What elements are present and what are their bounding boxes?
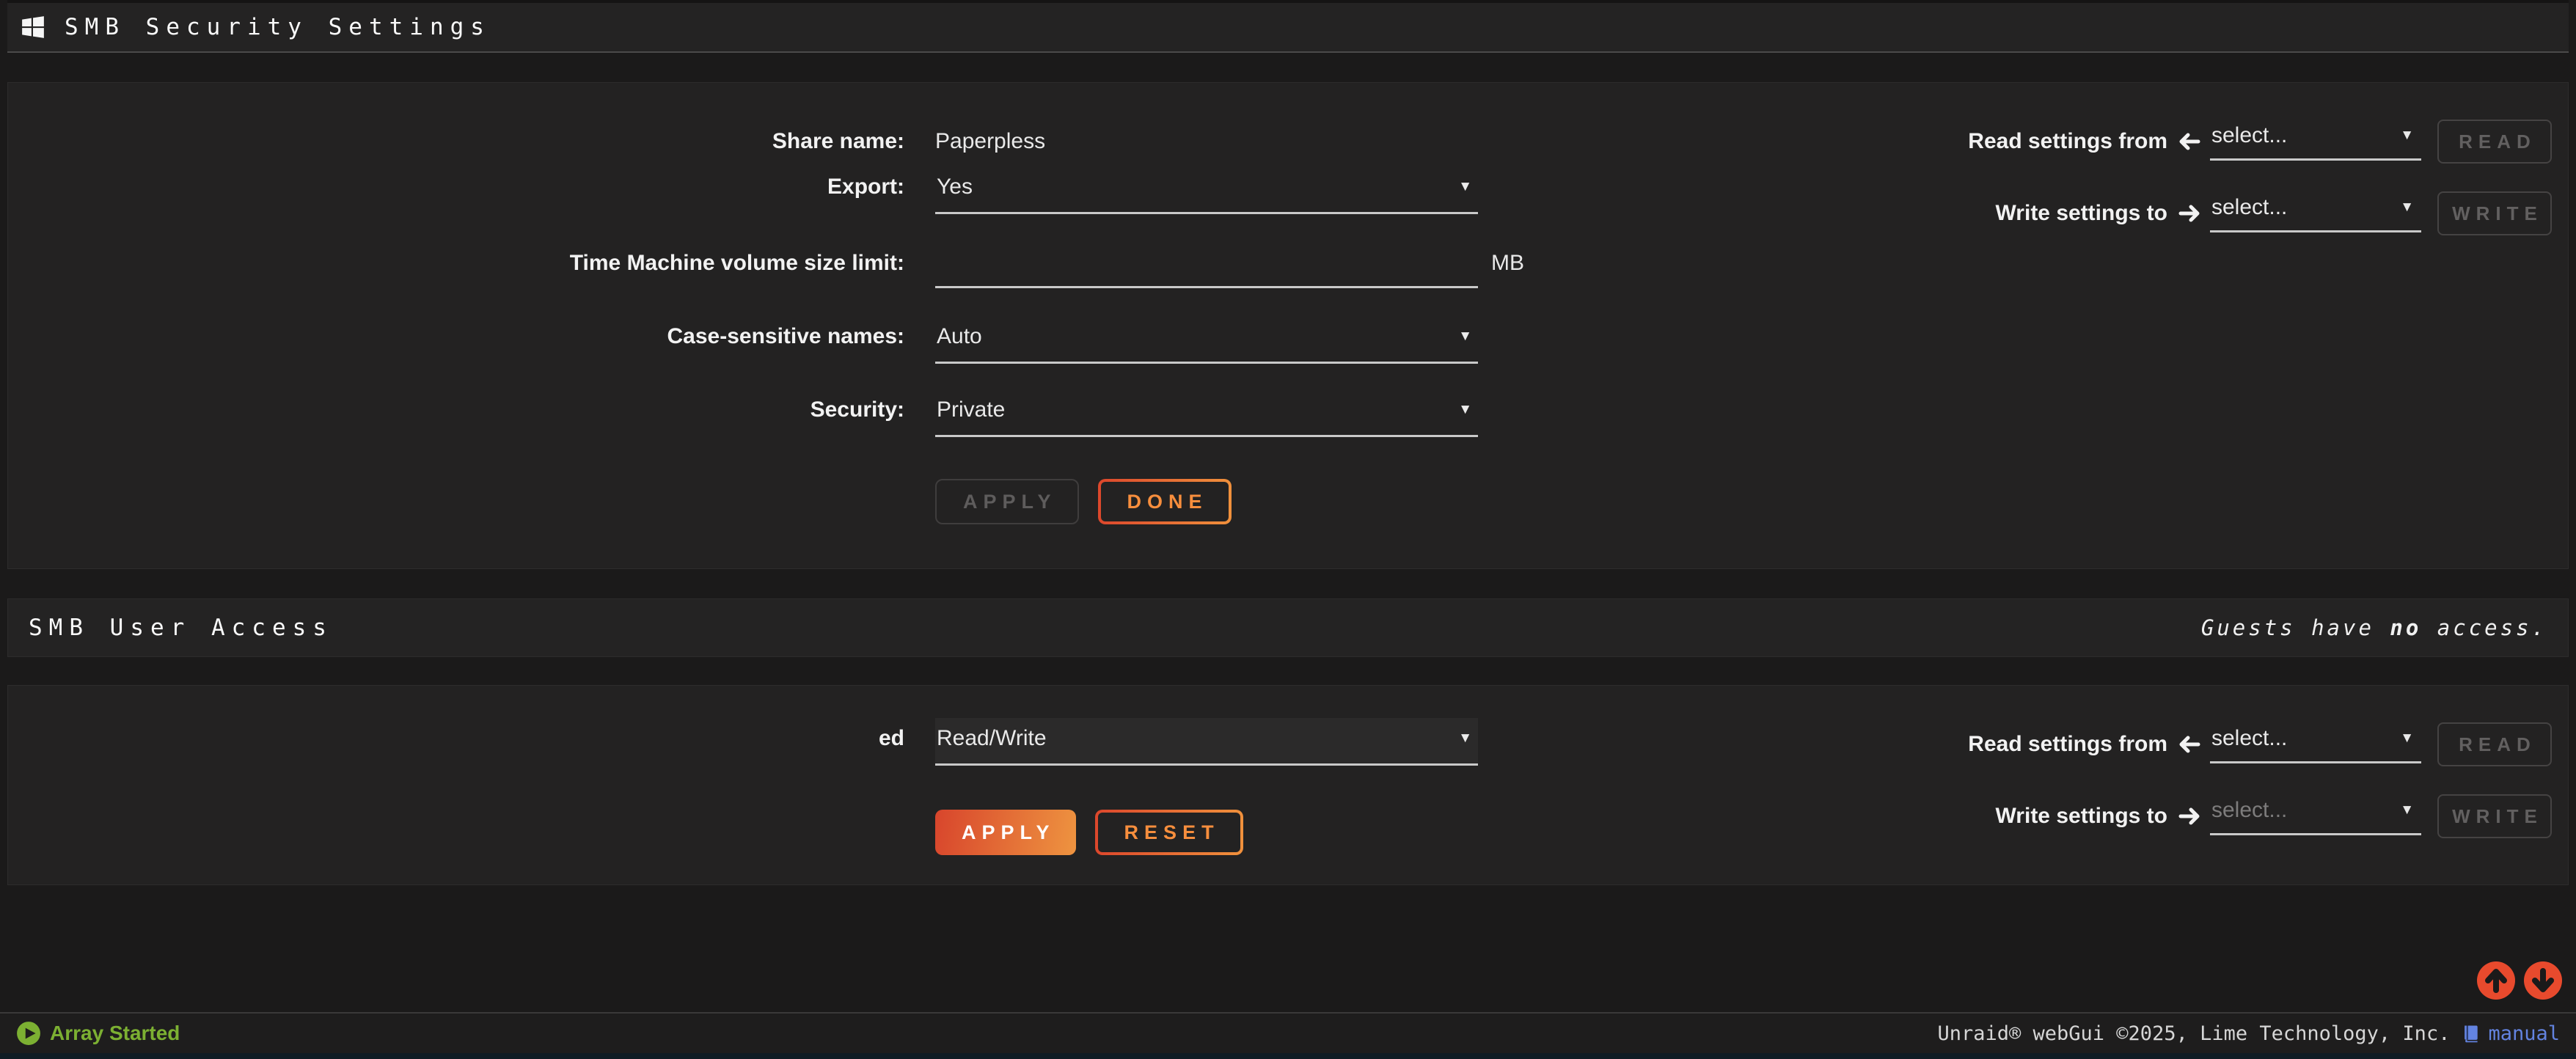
- reset-button[interactable]: RESET: [1095, 810, 1243, 855]
- read-settings-select[interactable]: select... ▼: [2210, 123, 2421, 161]
- share-name-value: Paperpless: [935, 128, 1478, 155]
- chevron-down-icon: ▼: [1458, 397, 1472, 423]
- time-machine-size-input[interactable]: [935, 250, 1478, 288]
- security-buttons-row: APPLY DONE: [935, 479, 2568, 524]
- arrow-left-icon: [2178, 130, 2201, 153]
- export-select-value: Yes: [937, 174, 973, 200]
- smb-security-panel: Read settings from select... ▼ READ Writ…: [7, 82, 2569, 569]
- chevron-down-icon: ▼: [2400, 128, 2414, 144]
- write-button[interactable]: WRITE: [2437, 191, 2552, 235]
- io-panel-top: Read settings from select... ▼ READ Writ…: [1968, 120, 2552, 235]
- page-title: SMB Security Settings: [65, 14, 491, 40]
- apply-button-disabled[interactable]: APPLY: [935, 479, 1079, 524]
- smb-user-access-title: SMB User Access: [29, 615, 333, 641]
- copyright-area: Unraid® webGui ©2025, Lime Technology, I…: [1937, 1022, 2560, 1045]
- write-button[interactable]: WRITE: [2437, 794, 2552, 838]
- arrow-right-icon: [2178, 805, 2201, 828]
- chevron-down-icon: ▼: [2400, 802, 2414, 818]
- guests-note-prefix: Guests have: [2201, 615, 2390, 640]
- user-access-select-value: Read/Write: [937, 725, 1047, 752]
- smb-user-access-header: SMB User Access Guests have no access.: [7, 598, 2569, 657]
- io-panel-bottom: Read settings from select... ▼ READ Writ…: [1968, 722, 2552, 838]
- scroll-to-bottom-button[interactable]: [2523, 961, 2563, 1000]
- write-settings-row: Write settings to select... ▼ WRITE: [1996, 794, 2552, 838]
- time-machine-row: Time Machine volume size limit: MB: [8, 250, 2568, 288]
- guests-note-emphasis: no: [2390, 615, 2421, 640]
- export-select[interactable]: Yes ▼: [935, 174, 1478, 214]
- arrow-right-icon: [2178, 202, 2201, 225]
- done-button[interactable]: DONE: [1098, 479, 1232, 524]
- manual-link[interactable]: manual: [2460, 1022, 2560, 1045]
- write-settings-select[interactable]: select... ▼: [2210, 798, 2421, 835]
- titlebar: SMB Security Settings: [7, 0, 2569, 53]
- manual-link-text: manual: [2488, 1022, 2560, 1045]
- bottom-edge: [0, 1053, 2576, 1059]
- write-settings-select[interactable]: select... ▼: [2210, 195, 2421, 232]
- smb-user-access-panel: Read settings from select... ▼ READ Writ…: [7, 685, 2569, 885]
- write-settings-select-value: select...: [2211, 195, 2287, 220]
- read-settings-select[interactable]: select... ▼: [2210, 726, 2421, 763]
- guests-access-note: Guests have no access.: [2201, 615, 2547, 640]
- chevron-down-icon: ▼: [1458, 725, 1472, 752]
- scroll-to-top-button[interactable]: [2476, 961, 2516, 1000]
- case-sensitive-label: Case-sensitive names:: [8, 323, 904, 350]
- read-settings-select-value: select...: [2211, 726, 2287, 751]
- apply-button[interactable]: APPLY: [935, 810, 1076, 855]
- footer: Array Started Unraid® webGui ©2025, Lime…: [0, 1012, 2576, 1053]
- chevron-down-icon: ▼: [2400, 199, 2414, 216]
- chevron-down-icon: ▼: [2400, 730, 2414, 747]
- write-settings-select-value: select...: [2211, 798, 2287, 823]
- chevron-down-icon: ▼: [1458, 323, 1472, 350]
- security-row: Security: Private ▼: [8, 397, 2568, 437]
- write-settings-label: Write settings to: [1996, 804, 2167, 829]
- read-settings-select-value: select...: [2211, 123, 2287, 148]
- array-status-text: Array Started: [50, 1022, 180, 1045]
- time-machine-label: Time Machine volume size limit:: [8, 250, 904, 276]
- case-sensitive-row: Case-sensitive names: Auto ▼: [8, 323, 2568, 364]
- share-name-label: Share name:: [8, 128, 904, 155]
- read-button[interactable]: READ: [2437, 722, 2552, 766]
- security-select-value: Private: [937, 397, 1005, 423]
- smb-security-page: SMB Security Settings Read settings from…: [0, 0, 2576, 1059]
- case-sensitive-select-value: Auto: [937, 323, 982, 350]
- play-circle-icon: [16, 1021, 41, 1046]
- read-settings-label: Read settings from: [1968, 732, 2167, 757]
- windows-icon: [21, 15, 45, 40]
- user-ed-label: ed: [8, 725, 904, 752]
- chevron-down-icon: ▼: [1458, 174, 1472, 200]
- export-label: Export:: [8, 174, 904, 200]
- user-access-select[interactable]: Read/Write ▼: [935, 718, 1478, 766]
- scroll-arrows: [2476, 961, 2563, 1000]
- arrow-left-icon: [2178, 733, 2201, 756]
- copyright-text: Unraid® webGui ©2025, Lime Technology, I…: [1937, 1022, 2450, 1045]
- write-settings-label: Write settings to: [1996, 201, 2167, 226]
- security-select[interactable]: Private ▼: [935, 397, 1478, 437]
- case-sensitive-select[interactable]: Auto ▼: [935, 323, 1478, 364]
- read-button[interactable]: READ: [2437, 120, 2552, 164]
- time-machine-unit: MB: [1491, 250, 1524, 276]
- book-icon: [2460, 1023, 2481, 1044]
- read-settings-row: Read settings from select... ▼ READ: [1968, 120, 2552, 164]
- write-settings-row: Write settings to select... ▼ WRITE: [1996, 191, 2552, 235]
- read-settings-row: Read settings from select... ▼ READ: [1968, 722, 2552, 766]
- array-status: Array Started: [16, 1021, 180, 1046]
- guests-note-suffix: access.: [2421, 615, 2547, 640]
- read-settings-label: Read settings from: [1968, 129, 2167, 154]
- security-label: Security:: [8, 397, 904, 423]
